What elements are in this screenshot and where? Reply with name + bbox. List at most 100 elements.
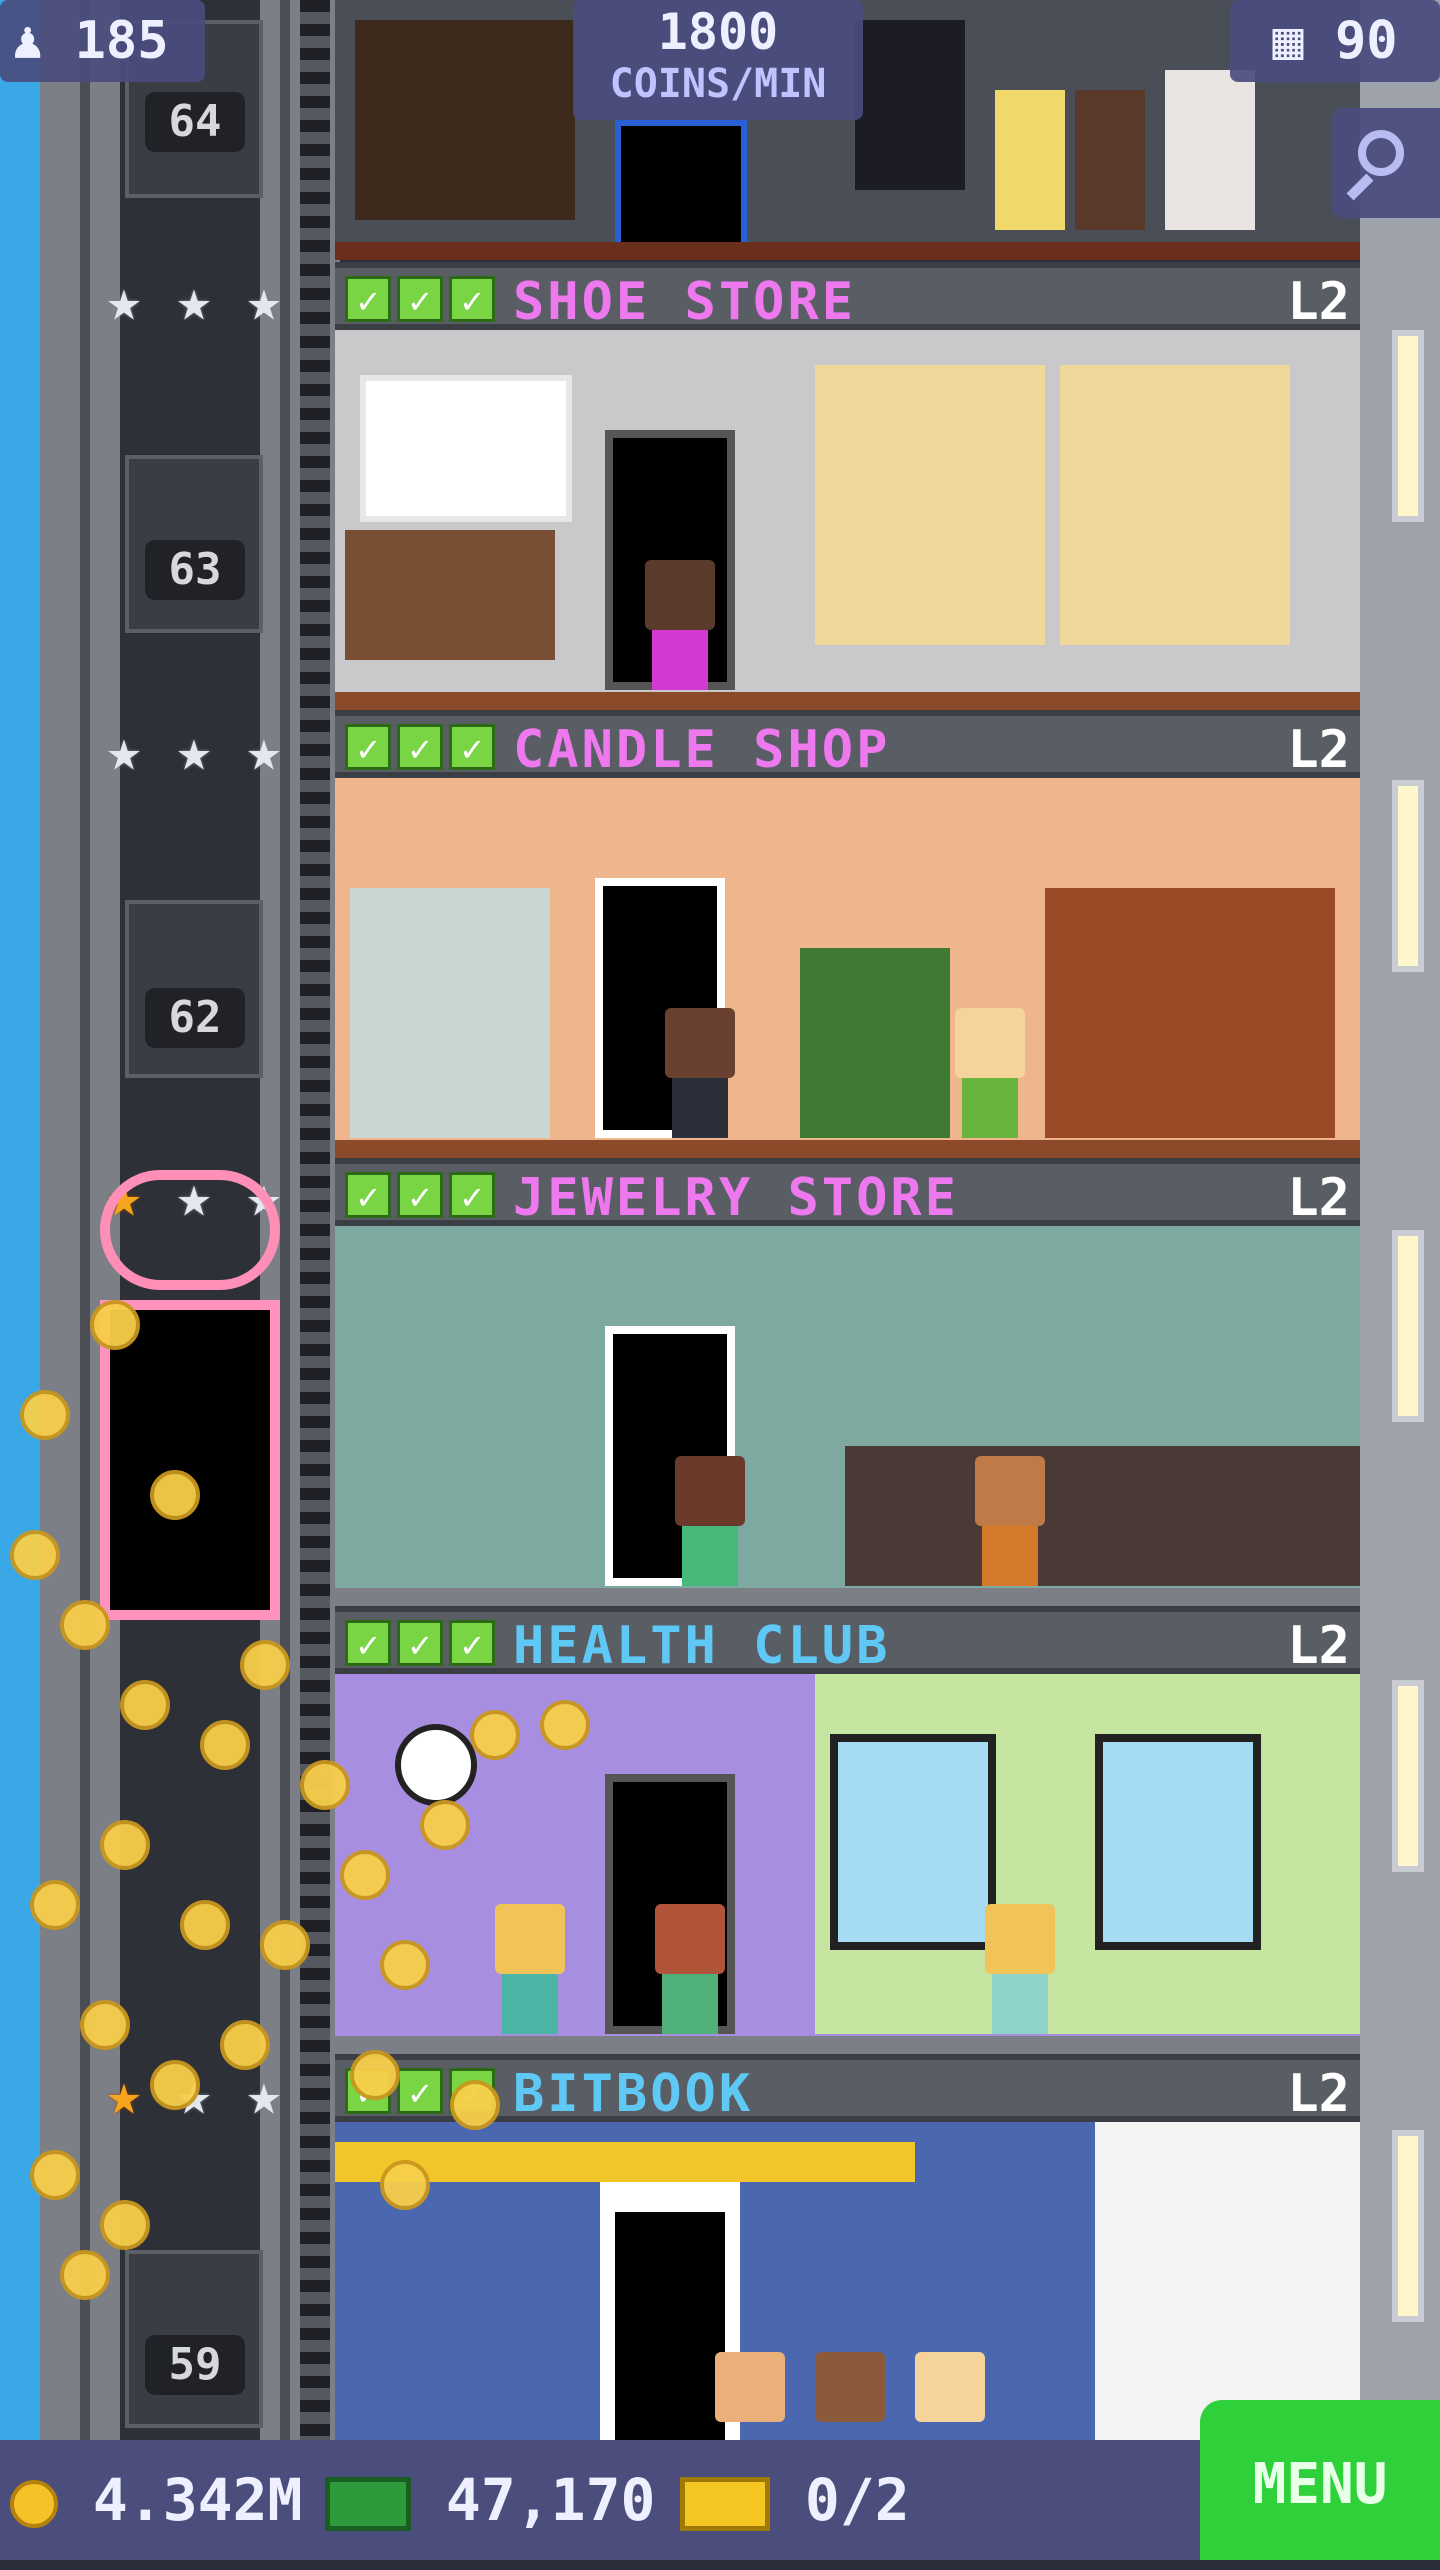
vip-ticket-icon [680,2476,770,2531]
falling-coin [150,1470,200,1520]
check-icon: ✓ [397,1620,443,1666]
population-value: 185 [74,11,169,71]
falling-coin [380,2160,430,2210]
star-icon: ★ [106,716,142,784]
falling-coin [540,1700,590,1750]
falling-coin [120,1680,170,1730]
check-icon: ✓ [449,724,495,770]
falling-coin [240,1640,290,1690]
falling-coin [60,1600,110,1650]
shoe-box-stack [345,530,555,660]
check-icon: ✓ [449,1172,495,1218]
bux-value: 47,170 [445,2466,656,2534]
falling-coin [80,2000,130,2050]
check-icon: ✓ [449,1620,495,1666]
elevator-floor-number: 59 [145,2335,245,2395]
floor-level: L2 [1287,272,1350,332]
floor-trim [335,1588,1360,1606]
office-wall [1095,2122,1360,2442]
star-icon: ★ [106,266,142,334]
falling-coin [30,2150,80,2200]
floor-header: ✓ ✓ ✓ JEWELRY STORE L2 [335,1158,1360,1228]
falling-coin [260,1920,310,1970]
floor-name: SHOE STORE [513,272,857,332]
floor-name: CANDLE SHOP [513,720,891,780]
elevator-cable-column [300,0,330,2440]
falling-coin [220,2020,270,2070]
check-icon: ✓ [449,276,495,322]
star-icon: ★ [176,266,212,334]
candle-cabinet [1045,888,1335,1138]
coins-display[interactable]: 4.342M [10,2440,302,2560]
coin-icon [10,2479,58,2528]
falling-coin [20,1390,70,1440]
elevator-floor-number: 63 [145,540,245,600]
doorway [615,2212,725,2442]
bitizen [715,2352,785,2442]
building-icon: ▦ [1272,11,1304,71]
population-counter[interactable]: ♟ 185 [0,0,205,82]
menu-button[interactable]: MENU [1200,2400,1440,2560]
floor-header: ✓ ✓ ✓ HEALTH CLUB L2 [335,1606,1360,1676]
shelf-display [355,20,575,220]
bitizen [995,90,1065,230]
check-icon: ✓ [397,724,443,770]
elevator-door [100,1300,280,1620]
floor-count-value: 90 [1335,11,1398,71]
doorway [615,120,747,260]
falling-coin [60,2250,110,2300]
sky-background [0,0,40,2440]
search-button[interactable] [1332,108,1440,218]
tickets-display[interactable]: 0/2 [680,2440,910,2560]
bux-display[interactable]: 47,170 [325,2440,655,2560]
falling-coin [200,1720,250,1770]
floor-trim [335,1140,1360,1158]
floor-name: JEWELRY STORE [513,1168,959,1228]
check-icon: ✓ [345,1172,391,1218]
falling-coin [100,1820,150,1870]
floor-level: L2 [1287,1616,1350,1676]
shoe-shelf [1060,365,1290,645]
clock-icon [395,1724,477,1806]
bitizen [1075,90,1145,230]
floor-trim [335,242,1360,260]
floor-counter[interactable]: ▦ 90 [1230,0,1440,82]
floor-name: BITBOOK [513,2064,754,2124]
falling-coin [380,1940,430,1990]
coin-rate-display: 1800 COINS/MIN [573,0,863,120]
elevator-floor-number: 64 [145,92,245,152]
falling-coin [90,1300,140,1350]
falling-coin [420,1800,470,1850]
star-icon: ★ [246,2060,282,2128]
wall-window [1392,330,1424,522]
bitizen [975,1456,1045,1586]
bitizen [655,1904,725,2034]
star-icon: ★ [176,716,212,784]
check-icon: ✓ [397,2068,443,2114]
floor-checks: ✓ ✓ ✓ [345,1620,495,1666]
tower-bux-icon [325,2476,411,2531]
floor-name: HEALTH CLUB [513,1616,891,1676]
room-interior [335,1226,1360,1606]
elevator-rail-left [80,0,90,2440]
floor-stars: ★ ★ ★ [92,718,296,788]
arcade-cabinet [855,20,965,190]
falling-coin [150,2060,200,2110]
gym-window [830,1734,996,1950]
bow-decoration [100,1170,280,1290]
wall-window [1392,780,1424,972]
floor-stars: ★ ★ ★ [92,268,296,338]
falling-coin [30,1880,80,1930]
check-icon: ✓ [345,276,391,322]
shoe-shelf [815,365,1045,645]
bitizen [985,1904,1055,2034]
bitizen [665,1008,735,1138]
room-interior [335,778,1360,1158]
vip-elevator[interactable] [90,1150,290,1620]
star-icon: ★ [246,266,282,334]
room-interior [335,330,1360,710]
person-icon: ♟ [12,11,44,71]
magnifier-icon [1358,130,1404,176]
floor-header: ✓ ✓ ✓ CANDLE SHOP L2 [335,710,1360,780]
floor-trim [335,2036,1360,2054]
